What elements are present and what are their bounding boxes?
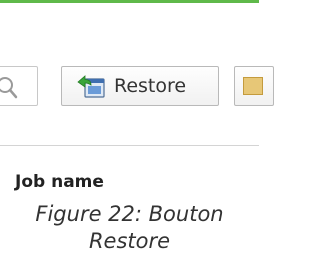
toolbar-button-partial[interactable] [234, 66, 274, 106]
restore-button-label: Restore [114, 75, 187, 97]
restore-icon [77, 75, 105, 98]
search-input[interactable] [0, 66, 38, 106]
search-icon [0, 77, 18, 99]
column-header-job-name[interactable]: Job name [15, 172, 104, 192]
restore-button[interactable]: Restore [61, 66, 219, 106]
top-accent-bar [0, 0, 259, 3]
toolbar-divider [0, 145, 259, 146]
toolbar: Restore [0, 66, 274, 110]
folder-icon [243, 77, 263, 95]
figure-caption: Figure 22: Bouton Restore [35, 202, 224, 253]
